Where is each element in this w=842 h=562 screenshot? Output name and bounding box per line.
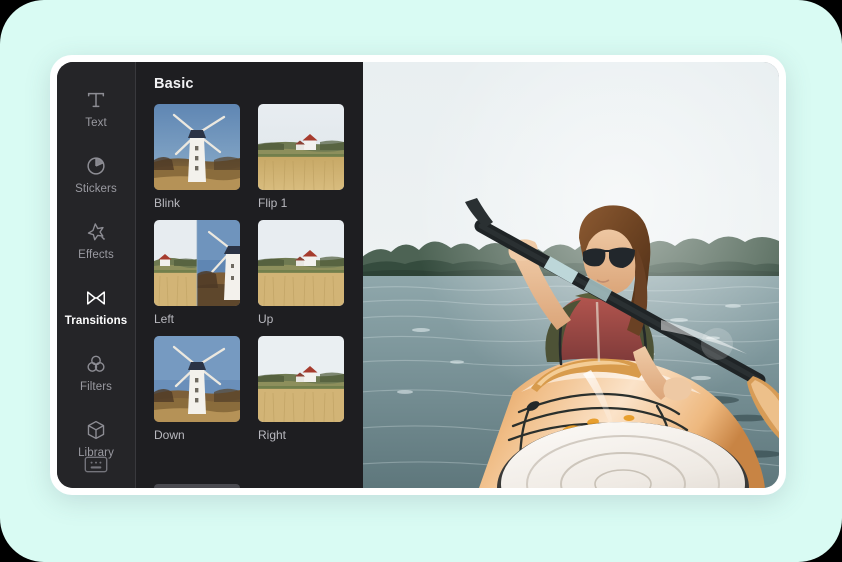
next-row-indicator xyxy=(154,484,240,488)
library-icon xyxy=(85,419,107,441)
transition-item-flip-1[interactable]: Flip 1 xyxy=(258,104,344,209)
page-backdrop: Text Stickers Effects Transitions Filter… xyxy=(0,0,842,562)
transitions-browser-panel: Basic Blink Flip 1 Left Up Down Right xyxy=(135,62,363,488)
transition-label: Down xyxy=(154,428,185,442)
sidebar-item-label: Text xyxy=(85,116,107,129)
app-window: Text Stickers Effects Transitions Filter… xyxy=(57,62,779,488)
sidebar-item-text[interactable]: Text xyxy=(57,76,135,142)
transition-item-blink[interactable]: Blink xyxy=(154,104,240,209)
sidebar-item-effects[interactable]: Effects xyxy=(57,208,135,274)
transition-item-left[interactable]: Left xyxy=(154,220,240,325)
sidebar-item-label: Transitions xyxy=(64,314,128,327)
transition-thumbnail[interactable] xyxy=(154,336,240,422)
video-preview-stage[interactable] xyxy=(363,62,779,488)
transition-label: Up xyxy=(258,312,274,326)
sidebar-item-label: Stickers xyxy=(75,182,117,195)
tool-rail: Text Stickers Effects Transitions Filter… xyxy=(57,62,135,488)
transition-item-right[interactable]: Right xyxy=(258,336,344,441)
transition-label: Flip 1 xyxy=(258,196,288,210)
text-icon xyxy=(85,89,107,111)
transition-thumbnail[interactable] xyxy=(154,104,240,190)
filters-icon xyxy=(85,353,107,375)
sidebar-item-transitions[interactable]: Transitions xyxy=(57,274,135,340)
sidebar-item-filters[interactable]: Filters xyxy=(57,340,135,406)
transition-label: Left xyxy=(154,312,175,326)
kayaking-preview-image xyxy=(363,62,779,488)
sidebar-item-label: Filters xyxy=(79,380,112,393)
transition-thumbnail[interactable] xyxy=(258,220,344,306)
sidebar-item-stickers[interactable]: Stickers xyxy=(57,142,135,208)
transition-item-up[interactable]: Up xyxy=(258,220,344,325)
keyboard-shortcuts-button[interactable] xyxy=(57,455,135,474)
transition-label: Blink xyxy=(154,196,181,210)
transition-item-down[interactable]: Down xyxy=(154,336,240,441)
transition-thumbnail[interactable] xyxy=(154,220,240,306)
transition-label: Right xyxy=(258,428,287,442)
transition-thumbnail[interactable] xyxy=(258,336,344,422)
keyboard-icon xyxy=(84,455,108,474)
stickers-icon xyxy=(85,155,107,177)
sidebar-item-label: Effects xyxy=(78,248,114,261)
transitions-icon xyxy=(85,287,107,309)
transitions-grid: Blink Flip 1 Left Up Down Right xyxy=(136,92,363,441)
app-card: Text Stickers Effects Transitions Filter… xyxy=(50,55,786,495)
effects-icon xyxy=(85,221,107,243)
transition-thumbnail[interactable] xyxy=(258,104,344,190)
panel-title: Basic xyxy=(154,76,194,92)
